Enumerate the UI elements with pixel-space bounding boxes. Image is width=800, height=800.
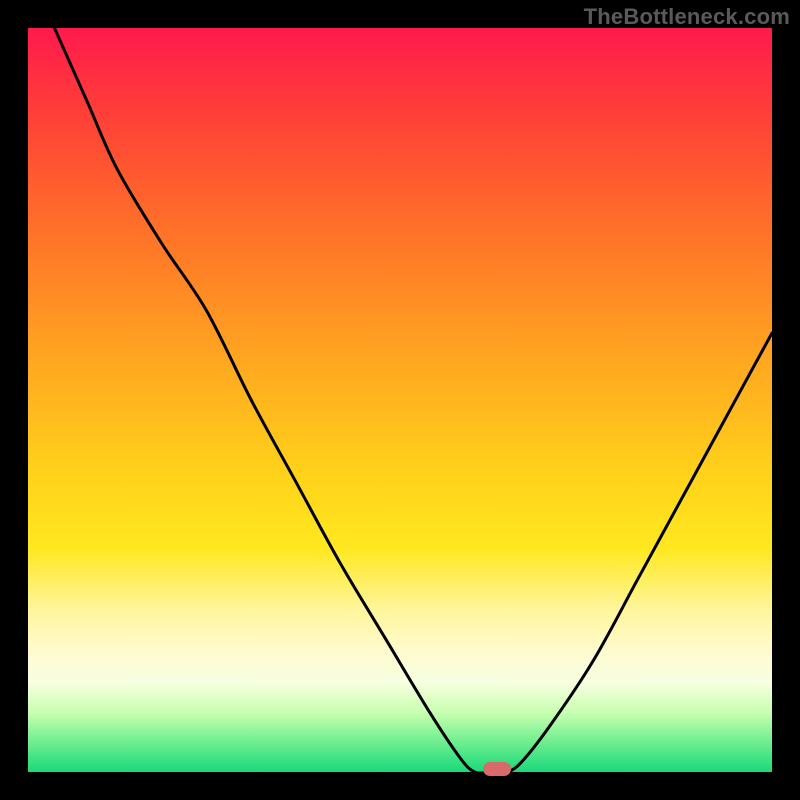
attribution-label: TheBottleneck.com: [584, 4, 790, 30]
optimum-marker: [483, 762, 511, 776]
chart-plot-area: [28, 28, 772, 772]
bottleneck-curve: [28, 28, 772, 772]
chart-frame: TheBottleneck.com: [0, 0, 800, 800]
